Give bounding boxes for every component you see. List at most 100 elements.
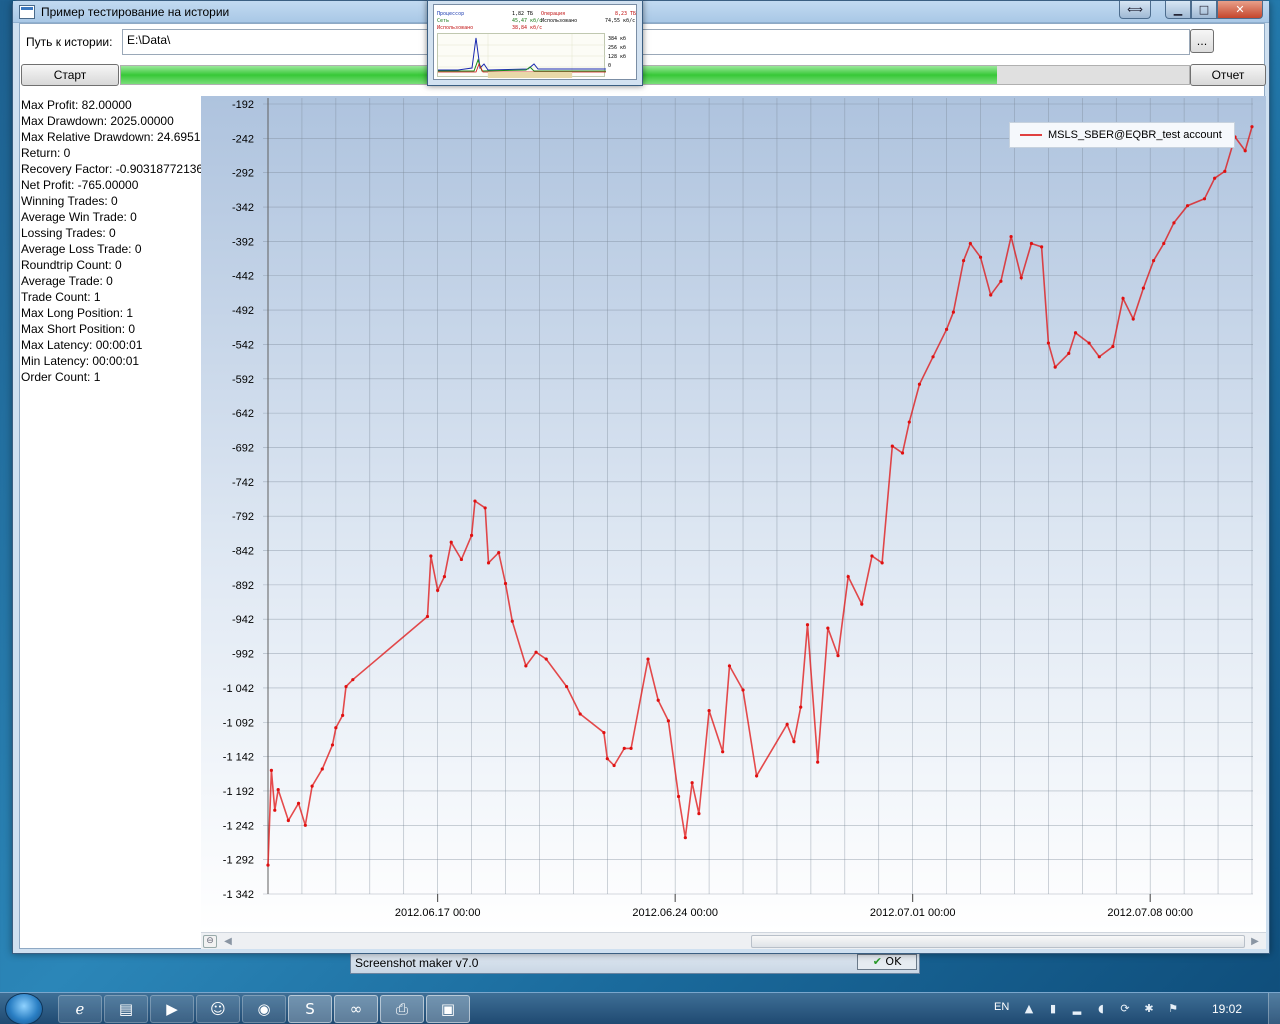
- series-point: [578, 712, 582, 716]
- series-point: [449, 540, 453, 544]
- y-tick-label: -192: [232, 99, 254, 111]
- scroll-thumb[interactable]: [751, 935, 1245, 948]
- series-point: [917, 382, 922, 386]
- series-point: [503, 581, 508, 586]
- series-point: [721, 750, 725, 754]
- series-point: [1131, 317, 1135, 321]
- series-point: [344, 684, 348, 689]
- test-app-icon[interactable]: ▣: [426, 995, 470, 1023]
- app-window-icon: [19, 5, 35, 19]
- resource-monitor-window[interactable]: Процессор 1,82 ТБ Операция 8,23 ТБ Сеть …: [427, 0, 643, 86]
- stat-line: Return: 0: [21, 146, 71, 160]
- internet-explorer-icon[interactable]: ℯ: [58, 995, 102, 1023]
- chart-scrollbar[interactable]: ⊖ ◀ ▶: [201, 932, 1266, 949]
- series-point: [436, 588, 440, 592]
- close-button[interactable]: ✕: [1217, 1, 1263, 19]
- browse-button[interactable]: ...: [1190, 29, 1214, 53]
- series-point: [646, 657, 650, 661]
- series-point: [1213, 176, 1217, 180]
- y-tick-label: -242: [232, 133, 254, 145]
- media-player-icon[interactable]: ▶: [150, 995, 194, 1023]
- stat-line: Trade Count: 1: [21, 290, 101, 304]
- series-point: [1053, 365, 1057, 369]
- scroll-right-icon[interactable]: ▶: [1248, 935, 1262, 948]
- zoom-reset-icon[interactable]: ⊖: [203, 935, 217, 948]
- history-path-input[interactable]: E:\Data\: [122, 29, 1190, 55]
- tray-app-icon[interactable]: ▮: [1046, 1002, 1060, 1016]
- swap-icon[interactable]: ⟺: [1119, 1, 1151, 19]
- series-point: [1073, 331, 1078, 335]
- network-signal-icon[interactable]: ▂: [1070, 1002, 1084, 1016]
- equity-chart[interactable]: -192 -242 -292 -342 -392 -442 -492 -542 -592 -642…: [201, 96, 1266, 932]
- maximize-button[interactable]: □: [1191, 1, 1217, 19]
- stat-line: Max Short Position: 0: [21, 322, 136, 336]
- check-icon: ✔: [872, 955, 882, 968]
- y-tick-label: -342: [232, 202, 254, 214]
- messenger-icon[interactable]: ☺: [196, 995, 240, 1023]
- scroll-left-icon[interactable]: ◀: [221, 935, 235, 948]
- series-point: [1046, 341, 1050, 345]
- series-point: [846, 575, 850, 579]
- series-point: [900, 451, 905, 455]
- series-point: [1223, 169, 1227, 173]
- y-tick-label: -742: [232, 477, 254, 489]
- series-point: [860, 602, 864, 606]
- visual-studio-icon[interactable]: ∞: [334, 995, 378, 1023]
- perf-tick-label: 0: [608, 63, 612, 69]
- show-desktop-button[interactable]: [1268, 993, 1280, 1024]
- skype-icon[interactable]: S: [288, 995, 332, 1023]
- series-point: [741, 688, 745, 692]
- firefox-icon[interactable]: ◉: [242, 995, 286, 1023]
- series-point: [320, 767, 324, 771]
- series-point: [303, 823, 307, 827]
- series-point: [286, 818, 290, 823]
- perf-tick-label: 128 кб: [608, 54, 627, 60]
- series-point: [296, 801, 301, 805]
- screenshot-maker-window[interactable]: Screenshot maker v7.0 ✔ OK: [350, 952, 920, 974]
- series-point: [727, 664, 732, 668]
- network-app-icon[interactable]: ⎙: [380, 995, 424, 1023]
- series-point: [1162, 241, 1166, 246]
- volume-icon[interactable]: ◖: [1094, 1002, 1108, 1016]
- windows-start-button[interactable]: [5, 993, 43, 1024]
- ok-button[interactable]: ✔ OK: [857, 954, 917, 970]
- resource-monitor-panel: Процессор 1,82 ТБ Операция 8,23 ТБ Сеть …: [433, 4, 637, 80]
- series-point: [486, 561, 491, 565]
- chart-svg: -192 -242 -292 -342 -392 -442 -492 -542 -592 -642…: [201, 96, 1266, 932]
- y-tick-label: -842: [232, 546, 254, 558]
- series-point: [890, 444, 894, 448]
- bluetooth-icon[interactable]: ✱: [1142, 1002, 1156, 1016]
- action-center-icon[interactable]: ⚑: [1166, 1002, 1180, 1016]
- stat-line: Max Relative Drawdown: 24.69512: [21, 130, 201, 144]
- series-point: [989, 293, 993, 297]
- perf-tick-label: 384 кб: [608, 36, 627, 42]
- y-tick-label: -392: [232, 236, 254, 248]
- series-point: [836, 654, 840, 658]
- x-tick-label: 2012.06.24 00:00: [632, 907, 718, 919]
- ok-label: OK: [885, 955, 902, 968]
- x-tick-label: 2012.07.08 00:00: [1107, 907, 1193, 919]
- x-tick-label: 2012.06.17 00:00: [395, 907, 481, 919]
- perf-row: Процессор 1,82 ТБ Операция 8,23 ТБ: [437, 11, 637, 17]
- stat-line: Recovery Factor: -0.903187721369: [21, 162, 201, 176]
- file-explorer-icon[interactable]: ▤: [104, 995, 148, 1023]
- y-tick-label: -692: [232, 442, 254, 454]
- series-point: [544, 657, 548, 661]
- y-tick-label: -542: [232, 339, 254, 351]
- language-indicator[interactable]: EN: [994, 1001, 1009, 1013]
- start-button[interactable]: Старт: [21, 64, 119, 86]
- perf-graph-ticks: 384 кб 256 кб 128 кб 0: [608, 35, 626, 71]
- tray-expand-icon[interactable]: ▲: [1022, 1002, 1036, 1016]
- window-title: Пример тестирование на истории: [41, 5, 230, 19]
- report-button[interactable]: Отчет: [1190, 64, 1266, 86]
- series-point: [269, 768, 273, 772]
- series-point: [676, 794, 681, 799]
- taskbar-clock[interactable]: 19:02: [1212, 1002, 1242, 1016]
- minimize-button[interactable]: ▁: [1165, 1, 1191, 19]
- series-point: [510, 619, 514, 623]
- series-point: [690, 781, 694, 785]
- sync-icon[interactable]: ⟳: [1118, 1002, 1132, 1016]
- y-tick-label: -292: [232, 168, 254, 180]
- series-point: [792, 739, 796, 744]
- series-point: [534, 650, 538, 654]
